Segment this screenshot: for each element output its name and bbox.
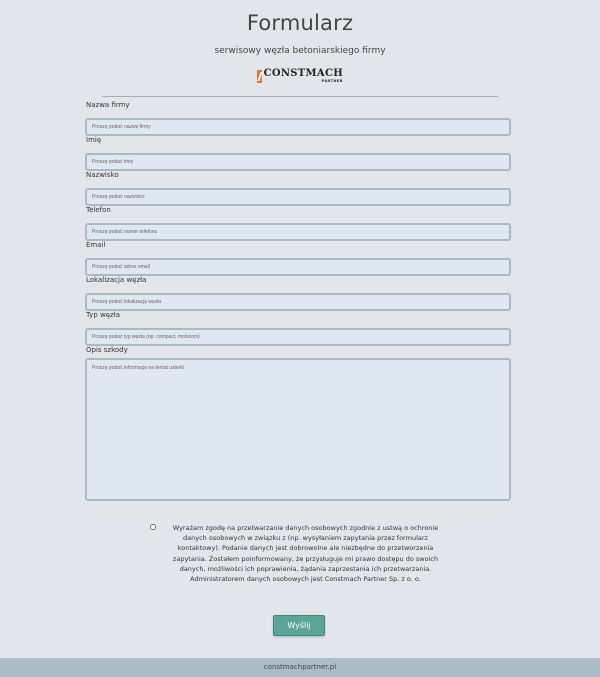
company-logo: CONSTMACH PARTNER xyxy=(257,67,343,85)
email-field: Email xyxy=(85,241,511,276)
damage-description-label: Opis szkody xyxy=(86,346,128,354)
logo-mark-icon xyxy=(257,69,262,83)
damage-description-textarea[interactable] xyxy=(85,358,511,501)
location-input[interactable] xyxy=(85,293,511,311)
last-name-label: Nazwisko xyxy=(86,171,119,179)
logo-wordmark: CONSTMACH PARTNER xyxy=(263,67,343,84)
header-divider xyxy=(102,96,498,97)
first-name-label: Imię xyxy=(86,136,102,144)
consent-checkbox[interactable] xyxy=(150,524,156,530)
email-label: Email xyxy=(86,241,106,249)
phone-field: Telefon xyxy=(85,206,511,241)
submit-button[interactable]: Wyślij xyxy=(273,615,325,636)
page-title: Formularz xyxy=(246,11,354,35)
company-name-input[interactable] xyxy=(85,118,511,136)
node-type-label: Typ węzła xyxy=(86,311,120,319)
phone-label: Telefon xyxy=(86,206,111,214)
page-footer: constmachpartner.pl xyxy=(0,658,600,677)
footer-link[interactable]: constmachpartner.pl xyxy=(264,663,336,671)
damage-description-field: Opis szkody xyxy=(85,346,511,505)
logo-main-text: CONSTMACH xyxy=(263,67,343,79)
first-name-input[interactable] xyxy=(85,153,511,171)
email-input[interactable] xyxy=(85,258,511,276)
page-subtitle: serwisowy węzła betoniarskiego firmy xyxy=(214,46,386,56)
location-label: Lokalizacja węzła xyxy=(86,276,147,284)
company-name-field: Nazwa firmy xyxy=(85,101,511,136)
last-name-field: Nazwisko xyxy=(85,171,511,206)
logo-sub-text: PARTNER xyxy=(321,78,343,83)
company-name-label: Nazwa firmy xyxy=(86,101,130,109)
consent-text: Wyrażam zgodę na przetwarzanie danych os… xyxy=(172,524,439,584)
page-header: Formularz serwisowy węzła betoniarskiego… xyxy=(0,0,600,97)
node-type-input[interactable] xyxy=(85,328,511,346)
first-name-field: Imię xyxy=(85,136,511,171)
node-type-field: Typ węzła xyxy=(85,311,511,346)
last-name-input[interactable] xyxy=(85,188,511,206)
phone-input[interactable] xyxy=(85,223,511,241)
consent-row: Wyrażam zgodę na przetwarzanie danych os… xyxy=(150,523,450,584)
location-field: Lokalizacja węzła xyxy=(85,276,511,311)
